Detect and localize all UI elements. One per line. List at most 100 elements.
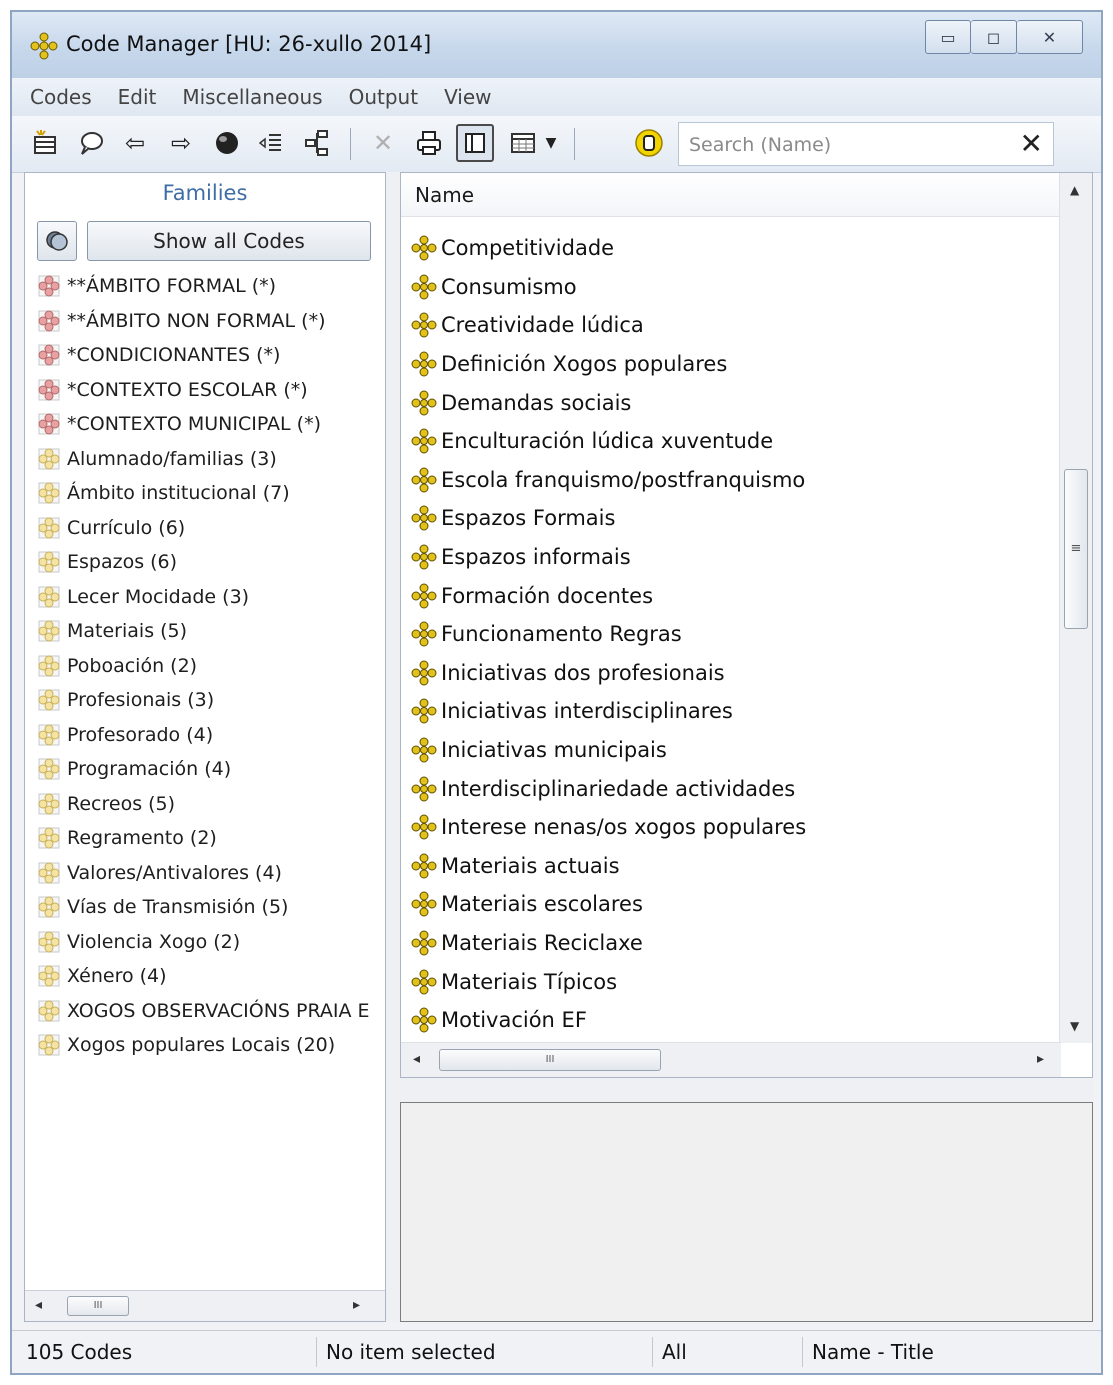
family-icon bbox=[38, 517, 60, 539]
family-item[interactable]: Profesorado (4) bbox=[37, 718, 383, 753]
family-item[interactable]: Programación (4) bbox=[37, 752, 383, 787]
family-item[interactable]: Poboación (2) bbox=[37, 649, 383, 684]
restore-button[interactable]: ◻ bbox=[971, 20, 1017, 54]
code-item[interactable]: Materiais Típicos bbox=[411, 962, 1061, 1001]
family-item[interactable]: Ámbito institucional (7) bbox=[37, 476, 383, 511]
code-item[interactable]: Formación docentes bbox=[411, 576, 1061, 615]
print-button[interactable] bbox=[410, 124, 448, 162]
close-window-button[interactable]: ✕ bbox=[1017, 20, 1083, 54]
family-item[interactable]: Profesionais (3) bbox=[37, 683, 383, 718]
scroll-left-arrow-icon[interactable]: ◂ bbox=[413, 1051, 420, 1067]
show-all-codes-button[interactable]: Show all Codes bbox=[87, 221, 371, 261]
family-item[interactable]: *CONTEXTO MUNICIPAL (*) bbox=[37, 407, 383, 442]
codes-horizontal-scrollbar[interactable]: ◂ III ▸ bbox=[401, 1042, 1061, 1077]
search-scope-button[interactable] bbox=[630, 124, 668, 162]
forward-button[interactable]: ⇨ bbox=[162, 124, 200, 162]
family-item[interactable]: Valores/Antivalores (4) bbox=[37, 856, 383, 891]
scroll-right-arrow-icon[interactable]: ▸ bbox=[1037, 1051, 1044, 1067]
clear-search-button[interactable]: ✕ bbox=[1020, 127, 1043, 160]
code-item[interactable]: Interese nenas/os xogos populares bbox=[411, 808, 1061, 847]
search-input[interactable] bbox=[687, 129, 1011, 161]
family-item[interactable]: Xogos populares Locais (20) bbox=[37, 1028, 383, 1063]
codes-pane: Name Competitividade Consumismo Creativida… bbox=[400, 172, 1093, 1078]
globe-button[interactable] bbox=[208, 124, 246, 162]
scroll-left-arrow-icon[interactable]: ◂ bbox=[35, 1297, 42, 1313]
code-item[interactable]: Materiais actuais bbox=[411, 847, 1061, 886]
code-item[interactable]: Iniciativas municipais bbox=[411, 731, 1061, 770]
view-dropdown-button[interactable]: ▼ bbox=[540, 124, 562, 162]
family-item[interactable]: *CONDICIONANTES (*) bbox=[37, 338, 383, 373]
code-item[interactable]: Materiais Reciclaxe bbox=[411, 924, 1061, 963]
single-pane-button[interactable] bbox=[456, 124, 494, 162]
horizontal-splitter[interactable] bbox=[400, 1078, 1093, 1102]
family-item[interactable]: Lecer Mocidade (3) bbox=[37, 580, 383, 615]
code-item[interactable]: Motivación EF bbox=[411, 1001, 1061, 1040]
code-item[interactable]: Funcionamento Regras bbox=[411, 615, 1061, 654]
grid-view-button[interactable] bbox=[504, 124, 542, 162]
code-label: Espazos informais bbox=[441, 545, 631, 570]
code-item[interactable]: Enculturación lúdica xuventude bbox=[411, 422, 1061, 461]
code-label: Creatividade lúdica bbox=[441, 313, 644, 338]
scroll-up-arrow-icon[interactable]: ▲ bbox=[1070, 183, 1079, 197]
delete-icon: ✕ bbox=[372, 129, 394, 157]
scroll-thumb[interactable]: III bbox=[439, 1049, 661, 1071]
vertical-splitter[interactable] bbox=[386, 172, 400, 1322]
family-item[interactable]: XOGOS OBSERVACIÓNS PRAIA E bbox=[37, 994, 383, 1029]
family-label: Ámbito institucional (7) bbox=[67, 482, 290, 505]
family-item[interactable]: Xénero (4) bbox=[37, 959, 383, 994]
family-item[interactable]: Currículo (6) bbox=[37, 511, 383, 546]
name-column-header[interactable]: Name bbox=[401, 173, 1061, 217]
family-item[interactable]: Materiais (5) bbox=[37, 614, 383, 649]
code-label: Espazos Formais bbox=[441, 506, 616, 531]
menu-miscellaneous[interactable]: Miscellaneous bbox=[169, 78, 335, 116]
code-item[interactable]: Interdisciplinariedade actividades bbox=[411, 769, 1061, 808]
family-label: Valores/Antivalores (4) bbox=[67, 861, 282, 884]
menu-edit[interactable]: Edit bbox=[105, 78, 170, 116]
family-item[interactable]: Vías de Transmisión (5) bbox=[37, 890, 383, 925]
list-button[interactable] bbox=[252, 124, 290, 162]
menu-view[interactable]: View bbox=[431, 78, 504, 116]
code-item[interactable]: Escola franquismo/postfranquismo bbox=[411, 461, 1061, 500]
code-item[interactable]: Materiais escolares bbox=[411, 885, 1061, 924]
family-item[interactable]: Alumnado/familias (3) bbox=[37, 442, 383, 477]
network-button[interactable] bbox=[298, 124, 336, 162]
family-item[interactable]: **ÁMBITO NON FORMAL (*) bbox=[37, 304, 383, 339]
scroll-thumb[interactable]: ≡ bbox=[1064, 469, 1088, 629]
comment-pane[interactable] bbox=[400, 1102, 1093, 1322]
families-horizontal-scrollbar[interactable]: ◂ III ▸ bbox=[25, 1290, 385, 1321]
scroll-right-arrow-icon[interactable]: ▸ bbox=[353, 1297, 360, 1313]
family-item[interactable]: Violencia Xogo (2) bbox=[37, 925, 383, 960]
minimize-button[interactable]: ▭ bbox=[925, 20, 971, 54]
code-item[interactable]: Iniciativas interdisciplinares bbox=[411, 692, 1061, 731]
codes-vertical-scrollbar[interactable]: ▲ ≡ ▼ bbox=[1059, 173, 1092, 1043]
scroll-down-arrow-icon[interactable]: ▼ bbox=[1070, 1019, 1079, 1033]
code-item[interactable]: Espazos informais bbox=[411, 538, 1061, 577]
new-code-button[interactable] bbox=[26, 124, 64, 162]
comment-button[interactable] bbox=[72, 124, 110, 162]
scroll-thumb[interactable]: III bbox=[67, 1296, 129, 1316]
family-item[interactable]: **ÁMBITO FORMAL (*) bbox=[37, 269, 383, 304]
codes-icon bbox=[30, 32, 58, 60]
code-item[interactable]: Consumismo bbox=[411, 268, 1061, 307]
family-item[interactable]: Recreos (5) bbox=[37, 787, 383, 822]
code-item[interactable]: Definición Xogos populares bbox=[411, 345, 1061, 384]
code-item[interactable]: Competitividade bbox=[411, 229, 1061, 268]
menu-output[interactable]: Output bbox=[336, 78, 431, 116]
delete-button[interactable]: ✕ bbox=[364, 124, 402, 162]
status-selection: No item selected bbox=[326, 1340, 496, 1364]
code-icon bbox=[411, 351, 437, 377]
code-item[interactable]: Iniciativas dos profesionais bbox=[411, 654, 1061, 693]
code-label: Demandas sociais bbox=[441, 390, 632, 415]
family-item[interactable]: *CONTEXTO ESCOLAR (*) bbox=[37, 373, 383, 408]
family-item[interactable]: Regramento (2) bbox=[37, 821, 383, 856]
code-item[interactable]: Creatividade lúdica bbox=[411, 306, 1061, 345]
family-label: Violencia Xogo (2) bbox=[67, 930, 241, 953]
family-item[interactable]: Espazos (6) bbox=[37, 545, 383, 580]
code-item[interactable]: Espazos Formais bbox=[411, 499, 1061, 538]
family-filter-button[interactable] bbox=[37, 221, 77, 261]
close-icon: ✕ bbox=[1042, 27, 1057, 47]
menu-codes[interactable]: Codes bbox=[12, 78, 105, 116]
family-icon bbox=[38, 310, 60, 332]
back-button[interactable]: ⇦ bbox=[116, 124, 154, 162]
code-item[interactable]: Demandas sociais bbox=[411, 383, 1061, 422]
